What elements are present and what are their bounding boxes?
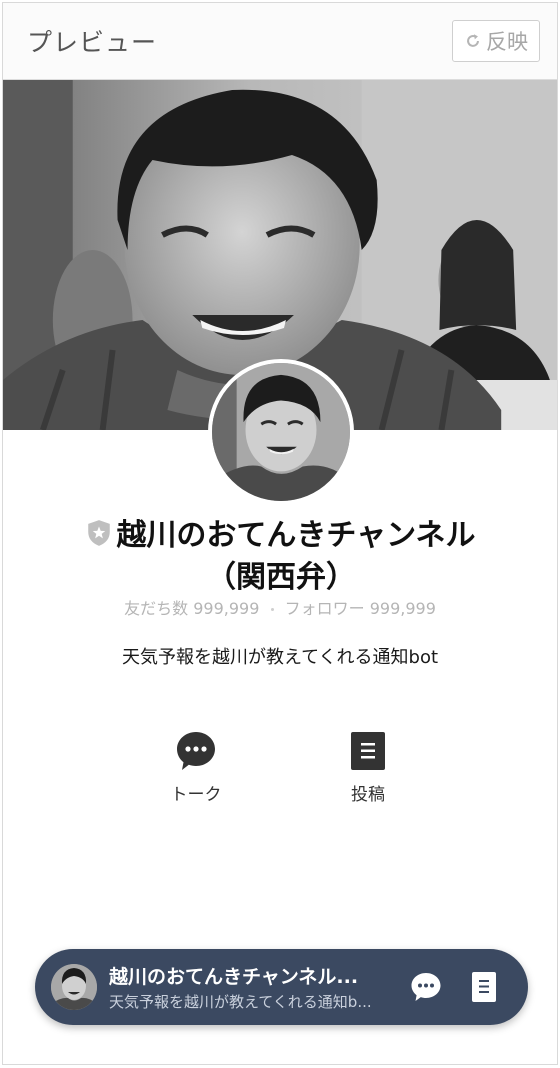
- profile-name: 越川のおてんきチャンネル（関西弁）: [116, 518, 476, 595]
- preview-header: プレビュー 反映: [3, 3, 557, 80]
- refresh-icon: [467, 34, 479, 47]
- post-button[interactable]: 投稿: [328, 730, 408, 805]
- bar-document-icon[interactable]: [470, 971, 498, 1003]
- bar-account-name: 越川のおてんきチャンネル...: [109, 966, 359, 988]
- preview-panel: プレビュー 反映 越川のおてんきチャンネル（関西弁） 友だち数 999,999 …: [2, 2, 558, 1065]
- verified-badge-icon: [88, 520, 111, 546]
- bar-avatar: [51, 964, 97, 1010]
- friends-label: 友だち数: [124, 599, 189, 618]
- chat-bubble-icon: [177, 732, 215, 770]
- profile-avatar[interactable]: [208, 359, 354, 505]
- friends-count: 999,999: [193, 599, 260, 618]
- reflect-label: 反映: [486, 30, 528, 54]
- profile-stats: 友だち数 999,999 フォロワー 999,999: [3, 595, 557, 619]
- preview-title: プレビュー: [27, 28, 158, 57]
- bar-account-description: 天気予報を越川が教えてくれる通知b...: [109, 993, 372, 1011]
- followers-label: フォロワー: [284, 599, 365, 618]
- bar-chat-icon[interactable]: [410, 971, 442, 1003]
- floating-account-bar[interactable]: 越川のおてんきチャンネル... 天気予報を越川が教えてくれる通知b...: [35, 949, 528, 1025]
- talk-button[interactable]: トーク: [156, 730, 236, 805]
- profile-description: 天気予報を越川が教えてくれる通知bot: [121, 647, 439, 668]
- stats-separator: [270, 608, 274, 611]
- document-icon: [351, 732, 385, 770]
- profile-name-block: 越川のおてんきチャンネル（関西弁）: [63, 515, 499, 599]
- talk-label: トーク: [170, 785, 222, 805]
- followers-count: 999,999: [369, 599, 436, 618]
- reflect-button[interactable]: 反映: [452, 20, 540, 62]
- post-label: 投稿: [351, 785, 385, 805]
